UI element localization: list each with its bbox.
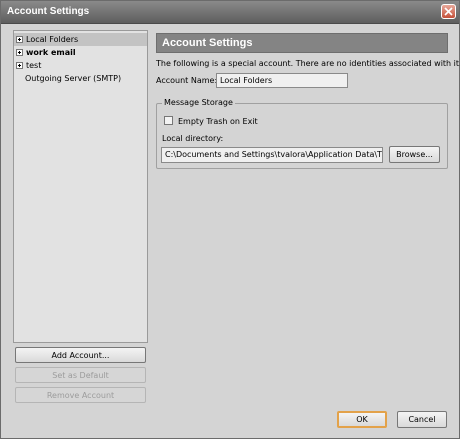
account-settings-window: Account Settings Local Folders work emai… — [0, 0, 460, 439]
account-tree[interactable]: Local Folders work email test Outgoing S… — [13, 30, 148, 343]
close-icon — [444, 7, 453, 16]
description-text: The following is a special account. Ther… — [156, 59, 460, 68]
expand-icon[interactable] — [16, 62, 23, 69]
tree-item-label: test — [26, 61, 42, 70]
expand-icon[interactable] — [16, 36, 23, 43]
title-bar[interactable]: Account Settings — [1, 1, 459, 24]
expand-icon[interactable] — [16, 49, 23, 56]
ok-button[interactable]: OK — [337, 411, 387, 428]
tree-item-label: work email — [26, 48, 76, 57]
tree-item-outgoing-server[interactable]: Outgoing Server (SMTP) — [14, 72, 147, 85]
account-name-input[interactable]: Local Folders — [216, 73, 348, 88]
panel-header-title: Account Settings — [162, 37, 253, 49]
local-directory-input[interactable]: C:\Documents and Settings\tvalora\Applic… — [161, 147, 383, 163]
browse-button[interactable]: Browse... — [389, 146, 440, 163]
add-account-button[interactable]: Add Account... — [15, 347, 146, 363]
tree-item-label: Outgoing Server (SMTP) — [25, 74, 122, 83]
account-name-label: Account Name: — [156, 76, 218, 85]
cancel-button[interactable]: Cancel — [397, 411, 447, 428]
tree-item-local-folders[interactable]: Local Folders — [14, 33, 147, 46]
panel-header: Account Settings — [156, 33, 448, 53]
set-as-default-button[interactable]: Set as Default — [15, 367, 146, 383]
tree-item-test[interactable]: test — [14, 59, 147, 72]
empty-trash-label[interactable]: Empty Trash on Exit — [178, 117, 258, 126]
tree-item-label: Local Folders — [26, 35, 79, 44]
window-title: Account Settings — [7, 6, 90, 17]
remove-account-button[interactable]: Remove Account — [15, 387, 146, 403]
message-storage-legend: Message Storage — [162, 98, 235, 107]
local-directory-label: Local directory: — [162, 134, 224, 143]
empty-trash-checkbox[interactable] — [164, 116, 173, 125]
close-button[interactable] — [441, 4, 456, 19]
tree-item-work-email[interactable]: work email — [14, 46, 147, 59]
